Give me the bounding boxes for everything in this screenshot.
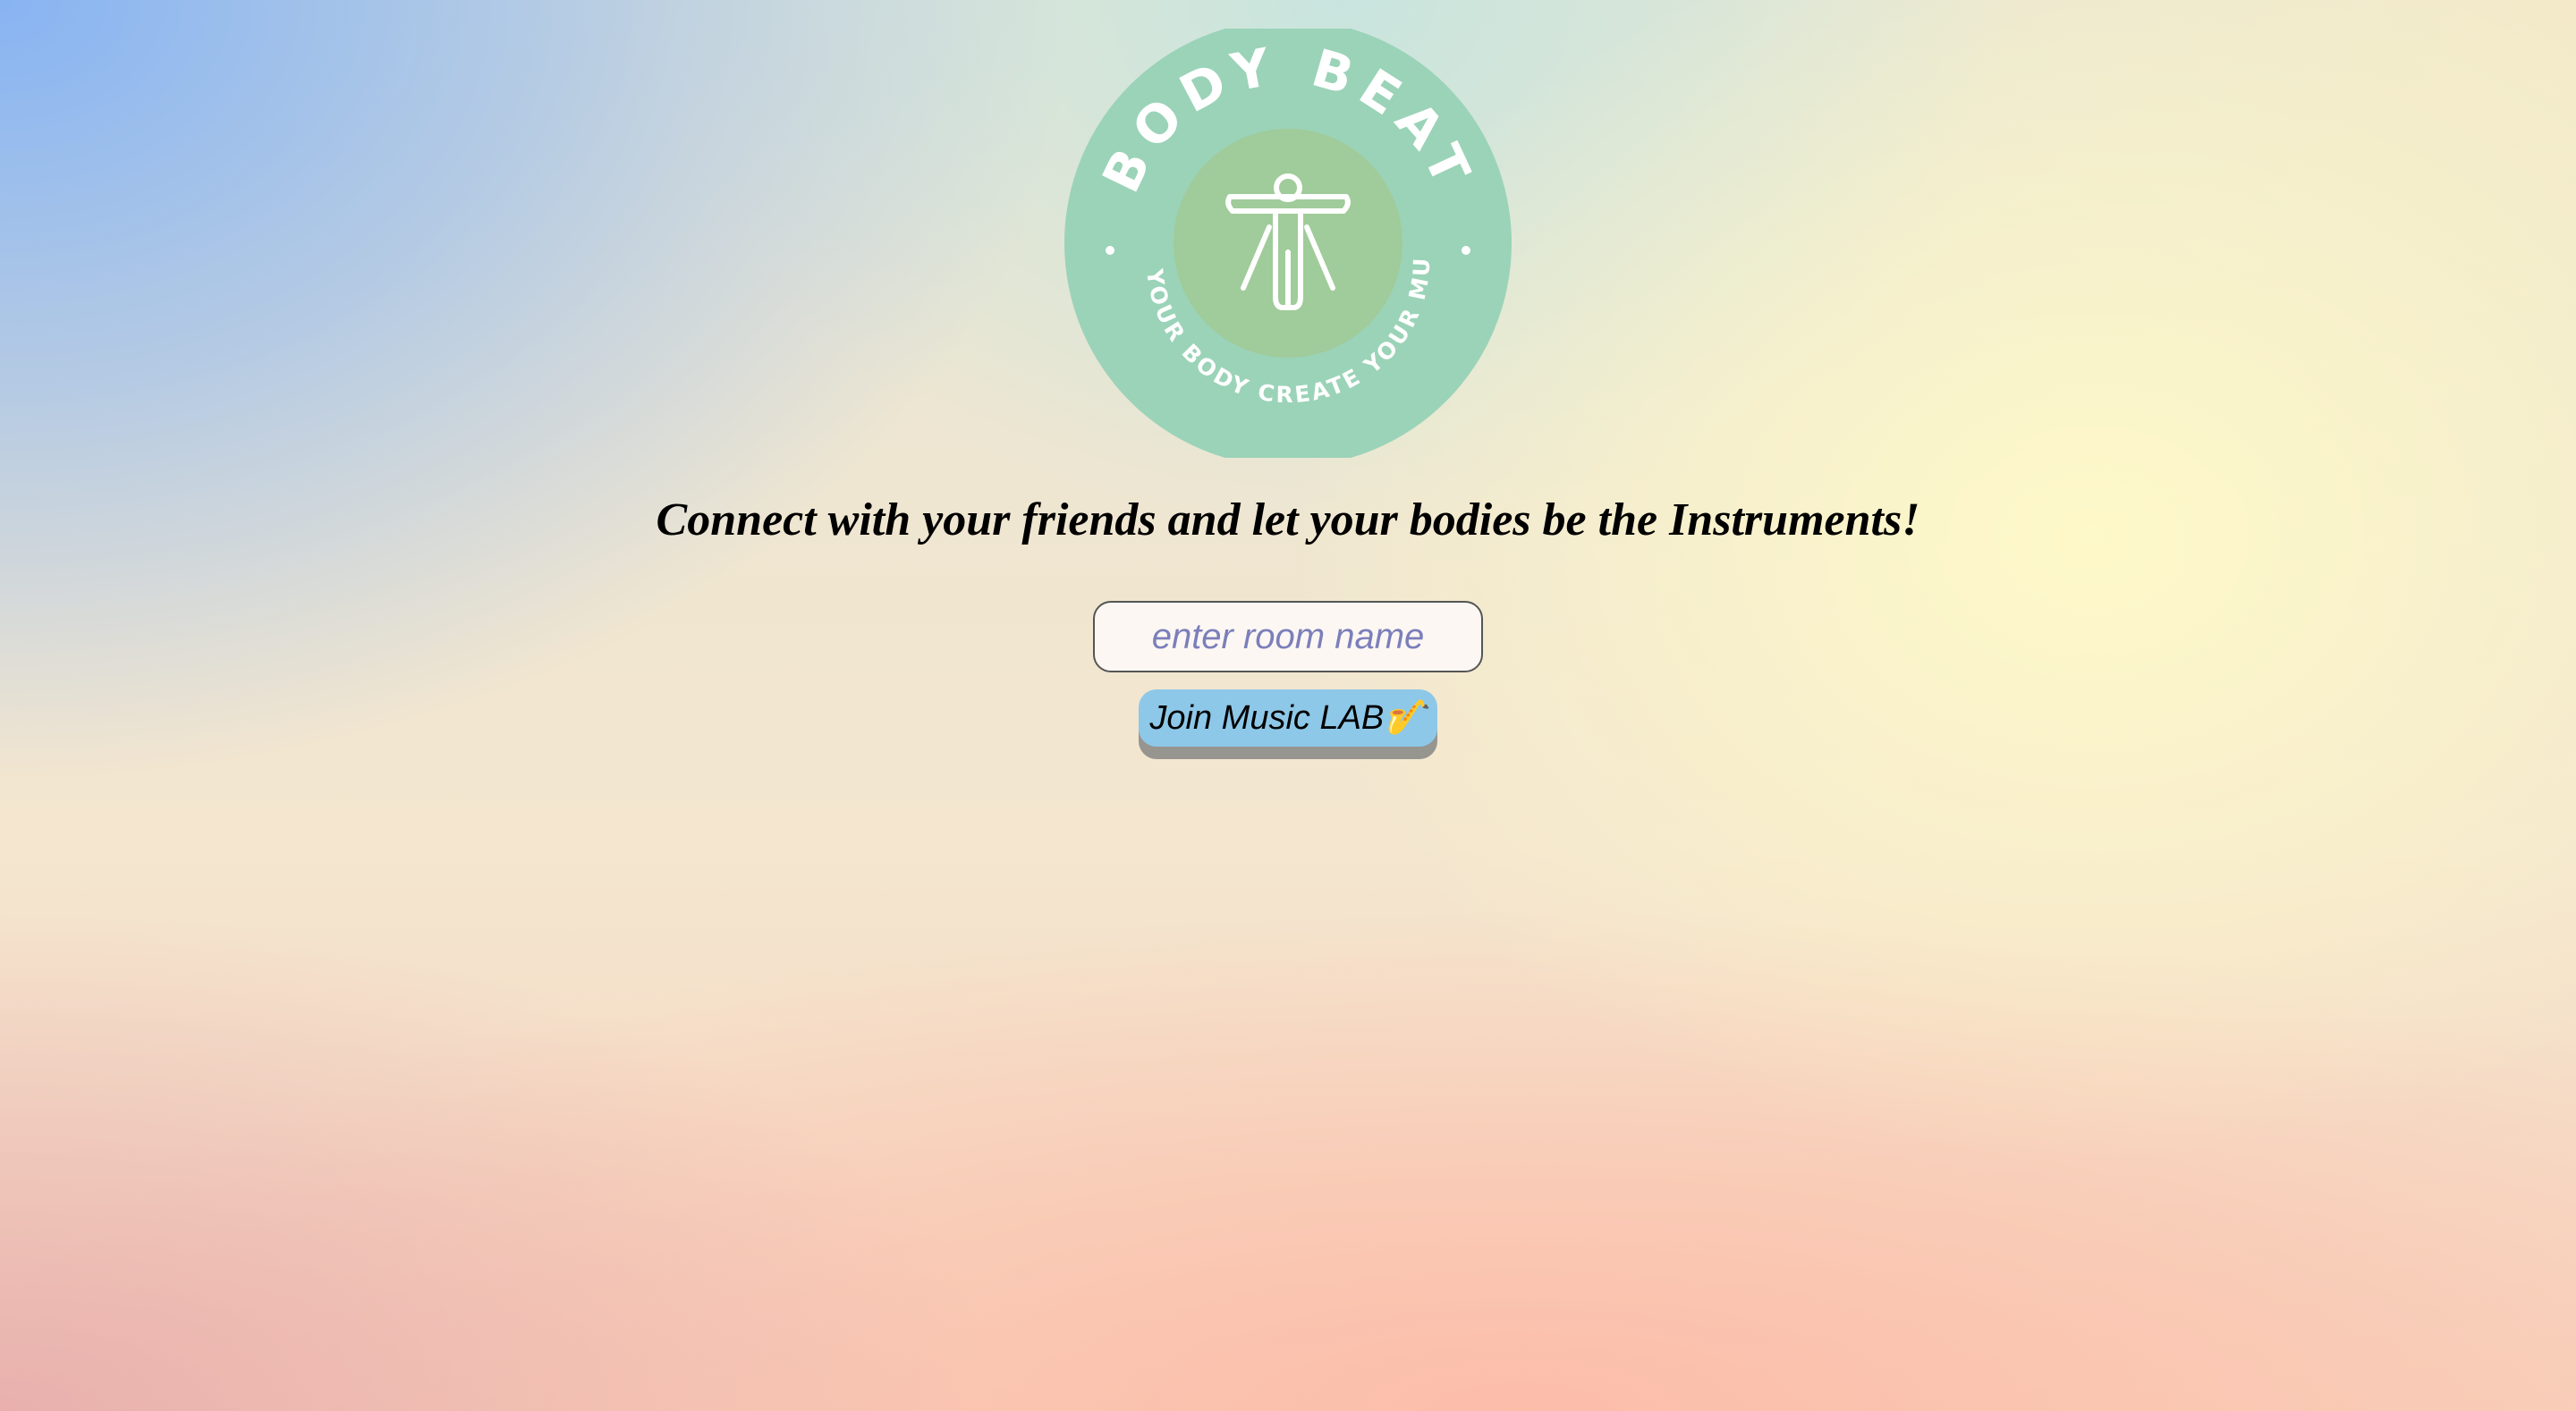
join-music-lab-button[interactable]: Join Music LAB🎷 bbox=[1139, 689, 1437, 747]
logo-dot-left bbox=[1106, 246, 1114, 255]
logo-dot-right bbox=[1462, 246, 1470, 255]
logo-inner-circle bbox=[1174, 129, 1402, 358]
tagline-heading: Connect with your friends and let your b… bbox=[656, 494, 1920, 545]
body-beat-logo: BODY BEAT LET YOUR BODY CREATE YOUR MUSI… bbox=[1064, 29, 1512, 458]
logo-badge: BODY BEAT LET YOUR BODY CREATE YOUR MUSI… bbox=[1064, 29, 1512, 458]
room-name-input[interactable] bbox=[1093, 601, 1483, 672]
